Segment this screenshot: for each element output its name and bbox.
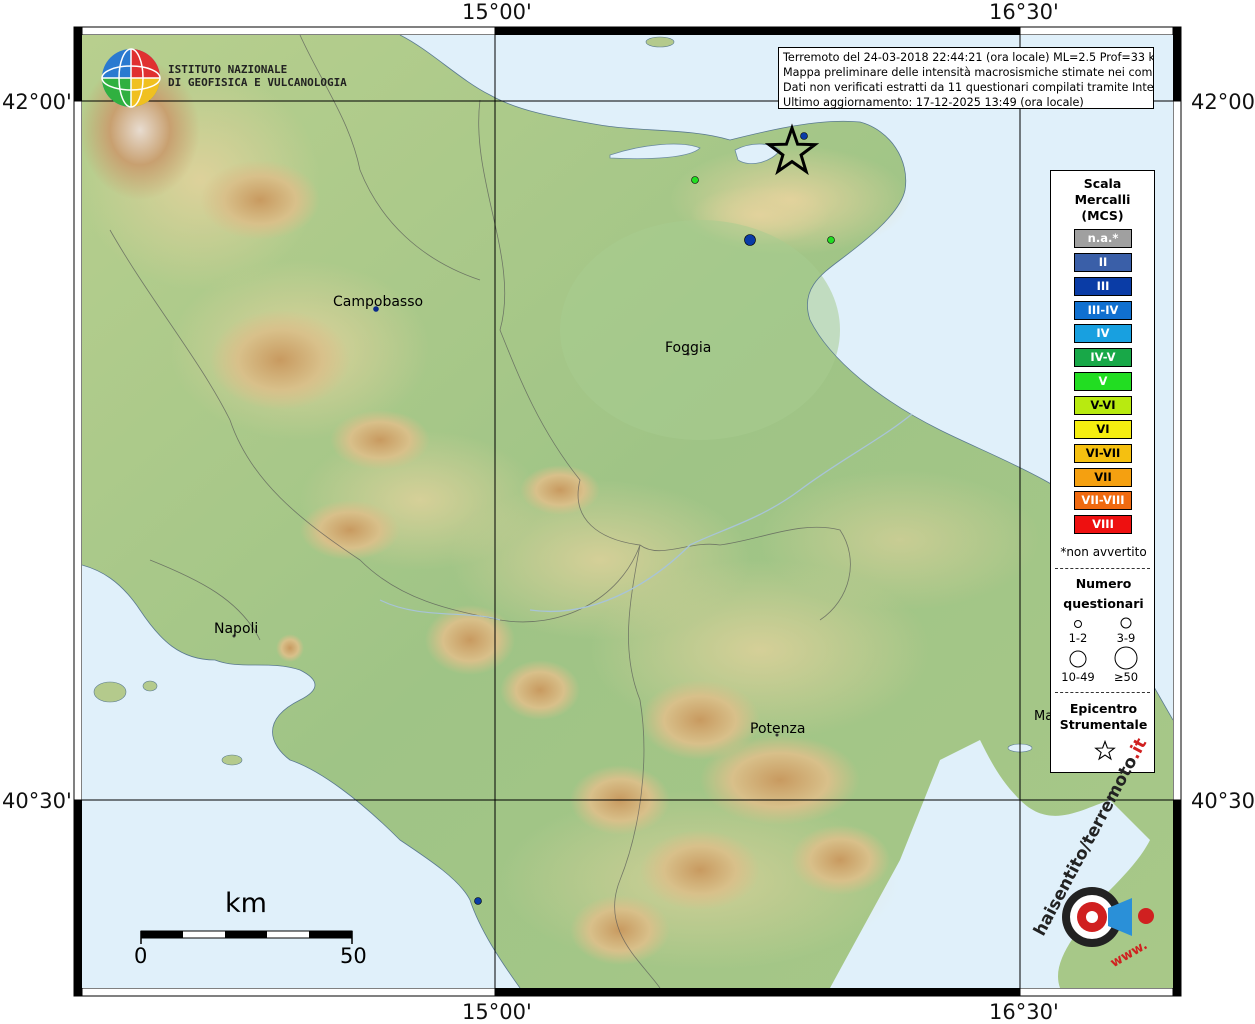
legend-note: *non avvertito [1060,545,1147,559]
lon-label-15-bottom: 15°00' [462,1000,532,1024]
scale-box-n-a: n.a.* [1074,229,1132,248]
lat-label-40-30: 40°30' [2,789,72,813]
intensity-point[interactable] [744,234,756,246]
scale-box-iv-v: IV-V [1074,348,1132,368]
legend-title: Scala Mercalli (MCS) [1051,176,1154,224]
intensity-point[interactable] [800,132,808,140]
epicenter-title-line-1: Epicentro [1069,701,1138,716]
lon-label-15: 15°00' [462,0,532,24]
scale-box-v: V [1074,372,1132,392]
scale-box-iv: IV [1074,324,1132,344]
count-label-10-49: 10-49 [1061,670,1095,684]
lat-label-40-30-right: 40°30' [1191,789,1255,813]
legend-title-line-3: (MCS) [1081,208,1124,223]
scalebar-start: 0 [134,944,148,968]
scale-box-vi: VI [1074,419,1132,439]
scale-box-iii-iv: III-IV [1074,300,1132,320]
count-label-1-2: 1-2 [1068,631,1088,645]
lon-label-16-30: 16°30' [989,0,1059,24]
scale-box-vii: VII [1074,467,1132,487]
institute-name: ISTITUTO NAZIONALE DI GEOFISICA E VULCAN… [168,63,347,89]
count-symbol-3-9 [1120,617,1132,629]
scalebar-title: km [225,888,267,919]
institute-line-1: ISTITUTO NAZIONALE [168,63,288,76]
town-label-potenza: Potenza [750,721,806,737]
scalebar-end: 50 [340,944,367,968]
event-info-line-2: Mappa preliminare delle intensità macros… [783,66,1154,79]
ingv-logo-icon [101,48,161,108]
count-title-line-1: Numero [1075,576,1132,591]
intensity-point[interactable] [827,236,835,244]
event-info-line-1: Terremoto del 24-03-2018 22:44:21 (ora l… [783,51,1154,64]
legend-divider [1055,692,1150,693]
intensity-point[interactable] [691,176,699,184]
legend-title-line-2: Mercalli [1074,192,1131,207]
legend-star-icon [1094,740,1116,761]
intensity-point[interactable] [474,897,482,905]
scale-box-viii: VIII [1074,515,1132,535]
epicenter-title: Epicentro Strumentale [1051,701,1156,733]
legend-divider [1055,568,1150,569]
event-info-line-3: Dati non verificati estratti da 11 quest… [783,81,1154,94]
scale-box-vii-viii: VII-VIII [1074,491,1132,511]
count-label-3-9: 3-9 [1116,631,1136,645]
count-symbol-10-49 [1069,650,1087,668]
town-label-foggia: Foggia [665,340,712,356]
count-title: Numero questionari [1051,574,1156,614]
event-info-box: Terremoto del 24-03-2018 22:44:21 (ora l… [778,47,1154,109]
scale-box-vi-vii: VI-VII [1074,443,1132,463]
scale-box-ii: II [1074,252,1132,272]
lat-label-42: 42°00' [2,90,72,114]
lon-label-16-30-bottom: 16°30' [989,1000,1059,1024]
legend-title-line-1: Scala [1083,176,1122,191]
epicenter-title-line-2: Strumentale [1059,717,1148,732]
institute-line-2: DI GEOFISICA E VULCANOLOGIA [168,76,347,89]
legend: Scala Mercalli (MCS) n.a.* II III III-IV IV I… [1050,170,1155,773]
scale-box-iii: III [1074,276,1132,296]
count-symbol-1-2 [1074,620,1082,628]
count-symbol-50-plus [1114,646,1138,670]
town-label-campobasso: Campobasso [333,294,424,310]
lat-label-42-right: 42°00' [1191,90,1255,114]
town-label-napoli: Napoli [214,621,259,637]
count-label-50-plus: ≥50 [1113,670,1139,684]
scale-box-v-vi: V-VI [1074,395,1132,415]
event-info-line-4: Ultimo aggiornamento: 17-12-2025 13:49 (… [783,96,1084,109]
